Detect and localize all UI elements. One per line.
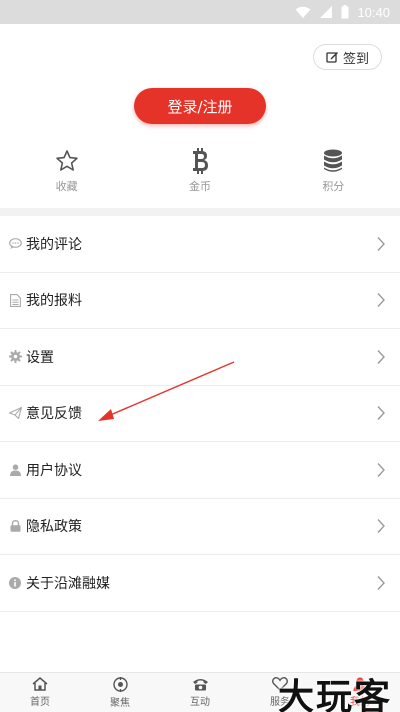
database-icon <box>324 149 343 172</box>
menu-item-about[interactable]: 关于沿滩融媒 <box>0 555 400 612</box>
checkin-button[interactable]: 签到 <box>312 44 382 70</box>
settings-menu: 我的评论 我的报料 设置 意见反馈 用户协议 隐私政策 关于沿滩融媒 <box>0 216 400 612</box>
paper-plane-icon <box>8 407 22 420</box>
gear-icon <box>8 350 22 364</box>
menu-item-my-reports[interactable]: 我的报料 <box>0 272 400 329</box>
favorites-stat[interactable]: 收藏 <box>0 148 133 208</box>
watermark-text: 大玩客 <box>277 677 392 712</box>
stat-label: 金币 <box>188 180 211 193</box>
user-icon <box>9 464 21 476</box>
menu-item-label: 我的评论 <box>26 236 82 253</box>
status-time: 10:40 <box>357 4 390 20</box>
focus-icon <box>112 676 128 692</box>
menu-item-privacy-policy[interactable]: 隐私政策 <box>0 498 400 555</box>
info-icon <box>9 576 21 589</box>
wifi-icon <box>295 6 311 18</box>
tab-label: 首页 <box>30 697 50 708</box>
stat-label: 积分 <box>322 180 345 193</box>
menu-item-my-comments[interactable]: 我的评论 <box>0 216 400 273</box>
document-icon <box>9 293 21 307</box>
chevron-right-icon <box>377 406 385 421</box>
stats-row: 收藏 金币 积分 <box>0 148 400 208</box>
star-icon <box>55 150 78 171</box>
login-register-button[interactable]: 登录/注册 <box>134 88 266 124</box>
battery-icon <box>341 5 349 19</box>
bitcoin-icon <box>192 148 208 174</box>
menu-item-label: 设置 <box>26 349 54 366</box>
chevron-right-icon <box>377 462 385 477</box>
checkin-label: 签到 <box>342 51 369 67</box>
menu-item-label: 用户协议 <box>26 462 82 479</box>
menu-item-feedback[interactable]: 意见反馈 <box>0 385 400 442</box>
menu-item-label: 意见反馈 <box>26 406 82 423</box>
chevron-right-icon <box>377 349 385 364</box>
menu-item-user-agreement[interactable]: 用户协议 <box>0 442 400 499</box>
points-stat[interactable]: 积分 <box>267 148 400 208</box>
chevron-right-icon <box>377 519 385 534</box>
chevron-right-icon <box>377 293 385 308</box>
section-divider <box>0 208 400 216</box>
menu-item-label: 关于沿滩融媒 <box>26 575 110 592</box>
menu-item-settings[interactable]: 设置 <box>0 329 400 386</box>
tab-interact[interactable]: 互动 <box>160 673 240 712</box>
status-bar: 10:40 <box>0 0 400 24</box>
home-icon <box>32 677 48 691</box>
profile-page: 签到 登录/注册 收藏 金币 积分 我的评论 我的报料 设置 意见反馈 用户协议… <box>0 24 400 672</box>
tab-label: 聚焦 <box>110 697 130 709</box>
tab-focus[interactable]: 聚焦 <box>80 673 160 712</box>
menu-item-label: 隐私政策 <box>26 519 82 536</box>
coins-stat[interactable]: 金币 <box>133 148 266 208</box>
edit-icon <box>326 51 338 63</box>
stat-label: 收藏 <box>55 180 78 193</box>
phone-icon <box>192 679 208 691</box>
chevron-right-icon <box>377 236 385 251</box>
tab-label: 互动 <box>190 697 210 708</box>
menu-item-label: 我的报料 <box>26 293 82 310</box>
chevron-right-icon <box>377 575 385 590</box>
signal-icon <box>320 6 333 18</box>
comment-icon <box>8 237 22 249</box>
tab-home[interactable]: 首页 <box>0 673 80 712</box>
lock-icon <box>10 520 20 533</box>
